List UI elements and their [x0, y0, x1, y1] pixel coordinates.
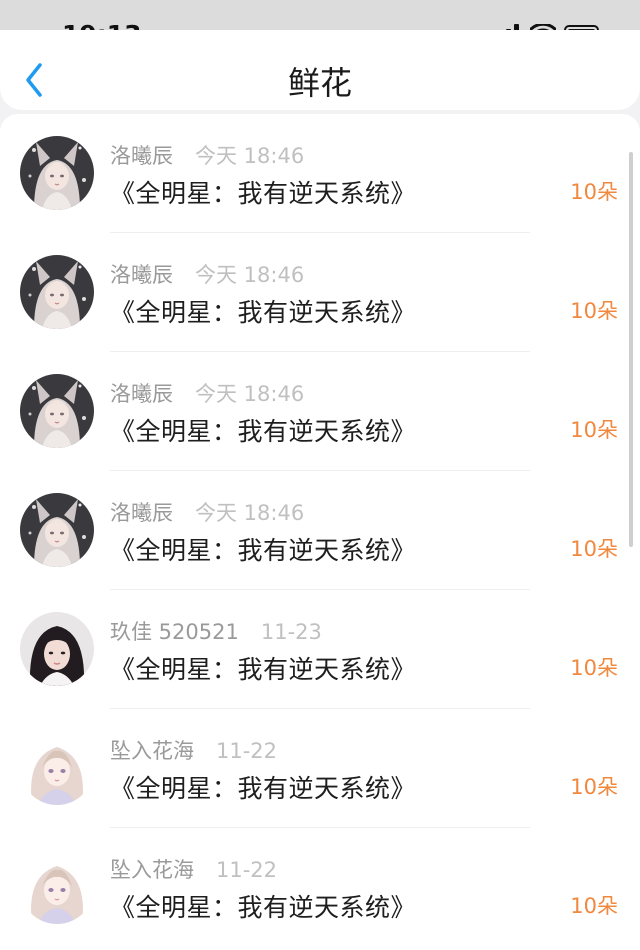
avatar[interactable] [20, 493, 94, 567]
avatar[interactable] [20, 612, 94, 686]
list-item[interactable]: 洛曦辰 今天 18:46 《全明星：我有逆天系统》 10朵 [0, 114, 640, 233]
list-item[interactable]: 洛曦辰 今天 18:46 《全明星：我有逆天系统》 10朵 [0, 352, 640, 471]
book-title: 《全明星：我有逆天系统》 [110, 298, 417, 327]
page-title: 鲜花 [287, 64, 352, 102]
meta-line: 玖佳 520521 11-23 [110, 616, 322, 646]
user-name: 洛曦辰 [110, 263, 173, 287]
timestamp: 今天 18:46 [195, 144, 305, 168]
timestamp: 今天 18:46 [195, 501, 305, 525]
list-item[interactable]: 坠入花海 11-22 《全明星：我有逆天系统》 10朵 [0, 709, 640, 828]
flower-list[interactable]: 洛曦辰 今天 18:46 《全明星：我有逆天系统》 10朵 洛曦辰 今天 18:46… [0, 114, 640, 950]
flower-count: 10朵 [570, 537, 618, 561]
user-name: 洛曦辰 [110, 382, 173, 406]
avatar[interactable] [20, 255, 94, 329]
user-name: 坠入花海 [110, 858, 194, 882]
flower-count: 10朵 [570, 775, 618, 799]
list-item[interactable]: 玖佳 520521 11-23 《全明星：我有逆天系统》 10朵 [0, 590, 640, 709]
user-name: 玖佳 520521 [110, 620, 239, 644]
book-title: 《全明星：我有逆天系统》 [110, 655, 417, 684]
timestamp: 11-22 [216, 858, 278, 882]
meta-line: 洛曦辰 今天 18:46 [110, 259, 304, 289]
timestamp: 今天 18:46 [195, 382, 305, 406]
photo-girl-avatar-icon [20, 612, 94, 686]
fantasy-girl-avatar-icon [20, 493, 94, 567]
book-title: 《全明星：我有逆天系统》 [110, 536, 417, 565]
list-item[interactable]: 洛曦辰 今天 18:46 《全明星：我有逆天系统》 10朵 [0, 471, 640, 590]
meta-line: 坠入花海 11-22 [110, 735, 277, 765]
flower-count: 10朵 [570, 894, 618, 918]
fantasy-girl-avatar-icon [20, 255, 94, 329]
flower-count: 10朵 [570, 418, 618, 442]
flower-count: 10朵 [570, 299, 618, 323]
anime-girl-avatar-icon [20, 850, 94, 924]
meta-line: 洛曦辰 今天 18:46 [110, 378, 304, 408]
timestamp: 11-23 [260, 620, 322, 644]
scrollbar[interactable] [629, 152, 633, 547]
flower-count: 10朵 [570, 180, 618, 204]
navigation-header: 鲜花 [0, 30, 640, 110]
timestamp: 今天 18:46 [195, 263, 305, 287]
user-name: 洛曦辰 [110, 501, 173, 525]
avatar[interactable] [20, 850, 94, 924]
fantasy-girl-avatar-icon [20, 374, 94, 448]
anime-girl-avatar-icon [20, 731, 94, 805]
timestamp: 11-22 [216, 739, 278, 763]
meta-line: 洛曦辰 今天 18:46 [110, 140, 304, 170]
fantasy-girl-avatar-icon [20, 136, 94, 210]
book-title: 《全明星：我有逆天系统》 [110, 774, 417, 803]
meta-line: 坠入花海 11-22 [110, 854, 277, 884]
avatar[interactable] [20, 374, 94, 448]
book-title: 《全明星：我有逆天系统》 [110, 893, 417, 922]
book-title: 《全明星：我有逆天系统》 [110, 179, 417, 208]
avatar[interactable] [20, 731, 94, 805]
list-item[interactable]: 洛曦辰 今天 18:46 《全明星：我有逆天系统》 10朵 [0, 233, 640, 352]
flower-count: 10朵 [570, 656, 618, 680]
list-item[interactable]: 坠入花海 11-22 《全明星：我有逆天系统》 10朵 [0, 828, 640, 947]
meta-line: 洛曦辰 今天 18:46 [110, 497, 304, 527]
user-name: 坠入花海 [110, 739, 194, 763]
book-title: 《全明星：我有逆天系统》 [110, 417, 417, 446]
avatar[interactable] [20, 136, 94, 210]
user-name: 洛曦辰 [110, 144, 173, 168]
